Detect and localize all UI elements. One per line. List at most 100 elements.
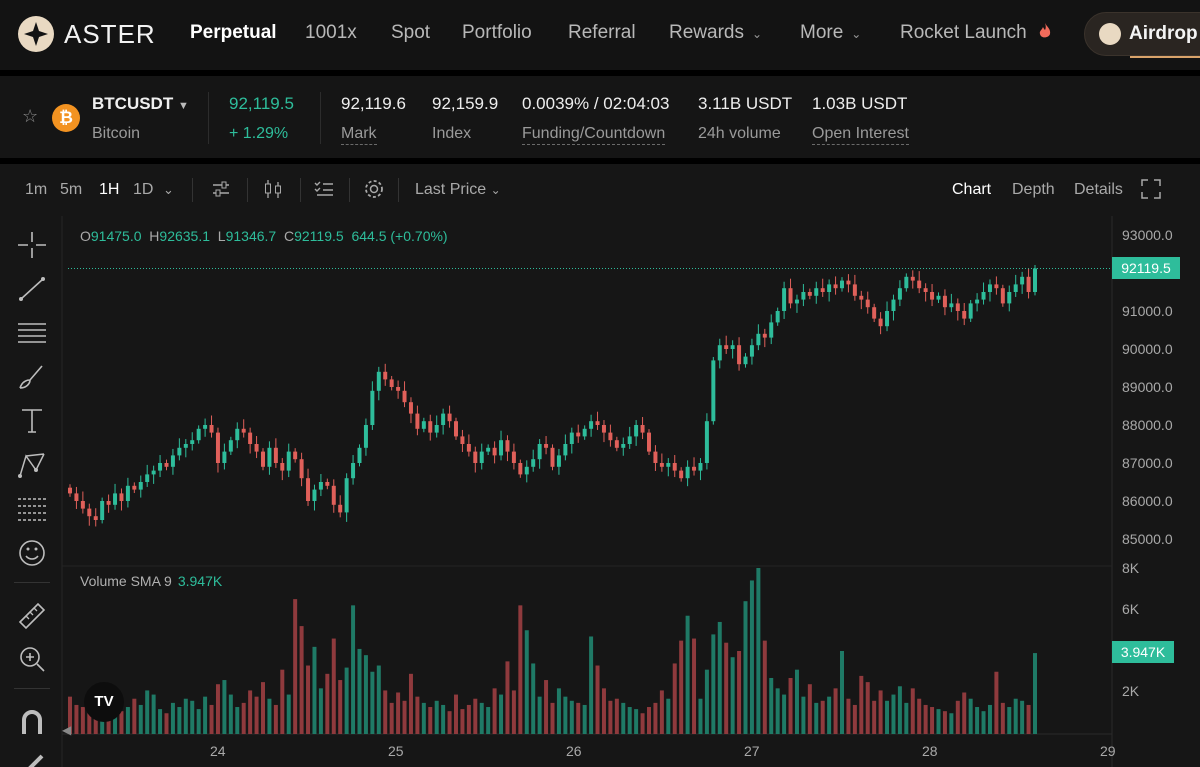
candle-body <box>196 428 201 441</box>
volume-bar <box>318 688 323 734</box>
divider <box>208 92 209 144</box>
tradingview-logo-icon[interactable]: TV <box>84 682 124 722</box>
mark-label[interactable]: Mark <box>341 125 377 145</box>
volume-bar <box>312 646 317 734</box>
candle-body <box>408 402 413 414</box>
candle-body <box>897 288 902 300</box>
text-icon[interactable] <box>16 406 48 436</box>
nav-perpetual[interactable]: Perpetual <box>190 22 277 44</box>
price-axis-label: 91000.0 <box>1122 303 1173 319</box>
candle-body <box>441 413 446 425</box>
volume-bar <box>267 698 272 734</box>
brush-icon[interactable] <box>16 362 48 392</box>
volume-bar <box>897 686 902 734</box>
low-value: 91346.7 <box>225 228 277 244</box>
volume-bar <box>518 605 523 734</box>
aster-logo-icon <box>18 16 54 52</box>
candle-body <box>267 447 272 467</box>
trendline-icon[interactable] <box>16 274 48 304</box>
volume-bar <box>737 651 742 734</box>
candle-body <box>132 485 137 490</box>
nav-more[interactable]: More ⌄ <box>800 22 861 44</box>
candle-body <box>537 444 542 460</box>
candle-body <box>595 421 600 425</box>
candle-body <box>1013 284 1018 292</box>
volume-bar <box>647 707 651 734</box>
candle-body <box>1020 276 1025 285</box>
nav-referral[interactable]: Referral <box>568 22 636 44</box>
candle-body <box>942 295 947 308</box>
nav-rocket-launch-label: Rocket Launch <box>900 22 1027 43</box>
price-axis-label: 89000.0 <box>1122 379 1173 395</box>
time-axis-label: 24 <box>210 743 226 759</box>
symbol-selector[interactable]: BTCUSDT ▼ <box>92 94 189 114</box>
candle-body <box>563 444 568 456</box>
pencil-icon[interactable] <box>16 750 48 767</box>
candle-body <box>544 444 549 448</box>
volume-bar <box>788 677 793 734</box>
brand-logo[interactable]: ASTER <box>18 16 156 52</box>
candle-body <box>87 508 92 517</box>
candle-body <box>569 432 574 444</box>
volume-bar <box>479 702 484 734</box>
volume-bar <box>820 700 825 734</box>
zoom-in-icon[interactable] <box>16 644 48 674</box>
nav-rewards[interactable]: Rewards ⌄ <box>669 22 762 44</box>
volume-bar <box>447 711 452 734</box>
candle-body <box>659 463 664 467</box>
price-axis-label: 90000.0 <box>1122 341 1173 357</box>
candle-body <box>672 463 677 471</box>
volume-bar <box>917 698 922 734</box>
nav-rocket-launch[interactable]: Rocket Launch <box>900 22 1053 44</box>
volume-bar <box>338 680 343 734</box>
volume-bar <box>1013 698 1018 734</box>
volume-axis-label: 2K <box>1122 683 1140 699</box>
volume-bar <box>955 700 960 734</box>
candle-body <box>743 356 748 365</box>
funding-label[interactable]: Funding/Countdown <box>522 125 666 145</box>
volume-bar <box>299 626 304 734</box>
airdrop-button[interactable]: Airdrop <box>1084 12 1200 56</box>
candle-body <box>608 432 613 441</box>
ruler-icon[interactable] <box>16 600 48 630</box>
pattern-icon[interactable] <box>16 450 48 480</box>
nav-1001x[interactable]: 1001x <box>305 22 357 44</box>
candlesticks <box>68 265 1037 527</box>
candle-body <box>389 379 394 387</box>
volume-bar <box>325 673 330 734</box>
volume-bar <box>415 696 420 734</box>
scroll-left-icon[interactable]: ◀ <box>62 723 71 737</box>
open-interest-label[interactable]: Open Interest <box>812 125 909 145</box>
candle-body <box>280 463 285 471</box>
horizontal-lines-icon[interactable] <box>16 318 48 348</box>
volume-bar <box>975 707 980 734</box>
candle-body <box>318 482 323 490</box>
candle-body <box>782 288 787 311</box>
candle-body <box>119 493 124 501</box>
candle-body <box>917 280 922 289</box>
volume-bar <box>852 704 857 734</box>
volume-bar <box>704 669 709 734</box>
volume-bar <box>383 690 388 734</box>
price-chart[interactable] <box>0 164 1200 767</box>
magnet-icon[interactable] <box>16 706 48 736</box>
emoji-icon[interactable] <box>16 538 48 568</box>
volume-bar <box>357 648 362 734</box>
candle-body <box>692 466 697 471</box>
fib-icon[interactable] <box>16 494 48 524</box>
crosshair-icon[interactable] <box>16 230 48 260</box>
volume-bar <box>158 709 163 734</box>
favorite-star-icon[interactable]: ☆ <box>22 106 38 127</box>
divider <box>14 688 50 689</box>
volume-bar <box>170 702 175 734</box>
symbol-name: Bitcoin <box>92 125 141 142</box>
nav-portfolio[interactable]: Portfolio <box>462 22 532 44</box>
volume-bar <box>80 707 85 734</box>
nav-spot[interactable]: Spot <box>391 22 430 44</box>
candle-body <box>396 387 401 391</box>
volume-bar <box>370 671 375 734</box>
volume-bar <box>923 704 928 734</box>
candle-body <box>794 299 799 304</box>
price-change: + 1.29% <box>229 125 289 142</box>
candle-body <box>454 421 458 437</box>
